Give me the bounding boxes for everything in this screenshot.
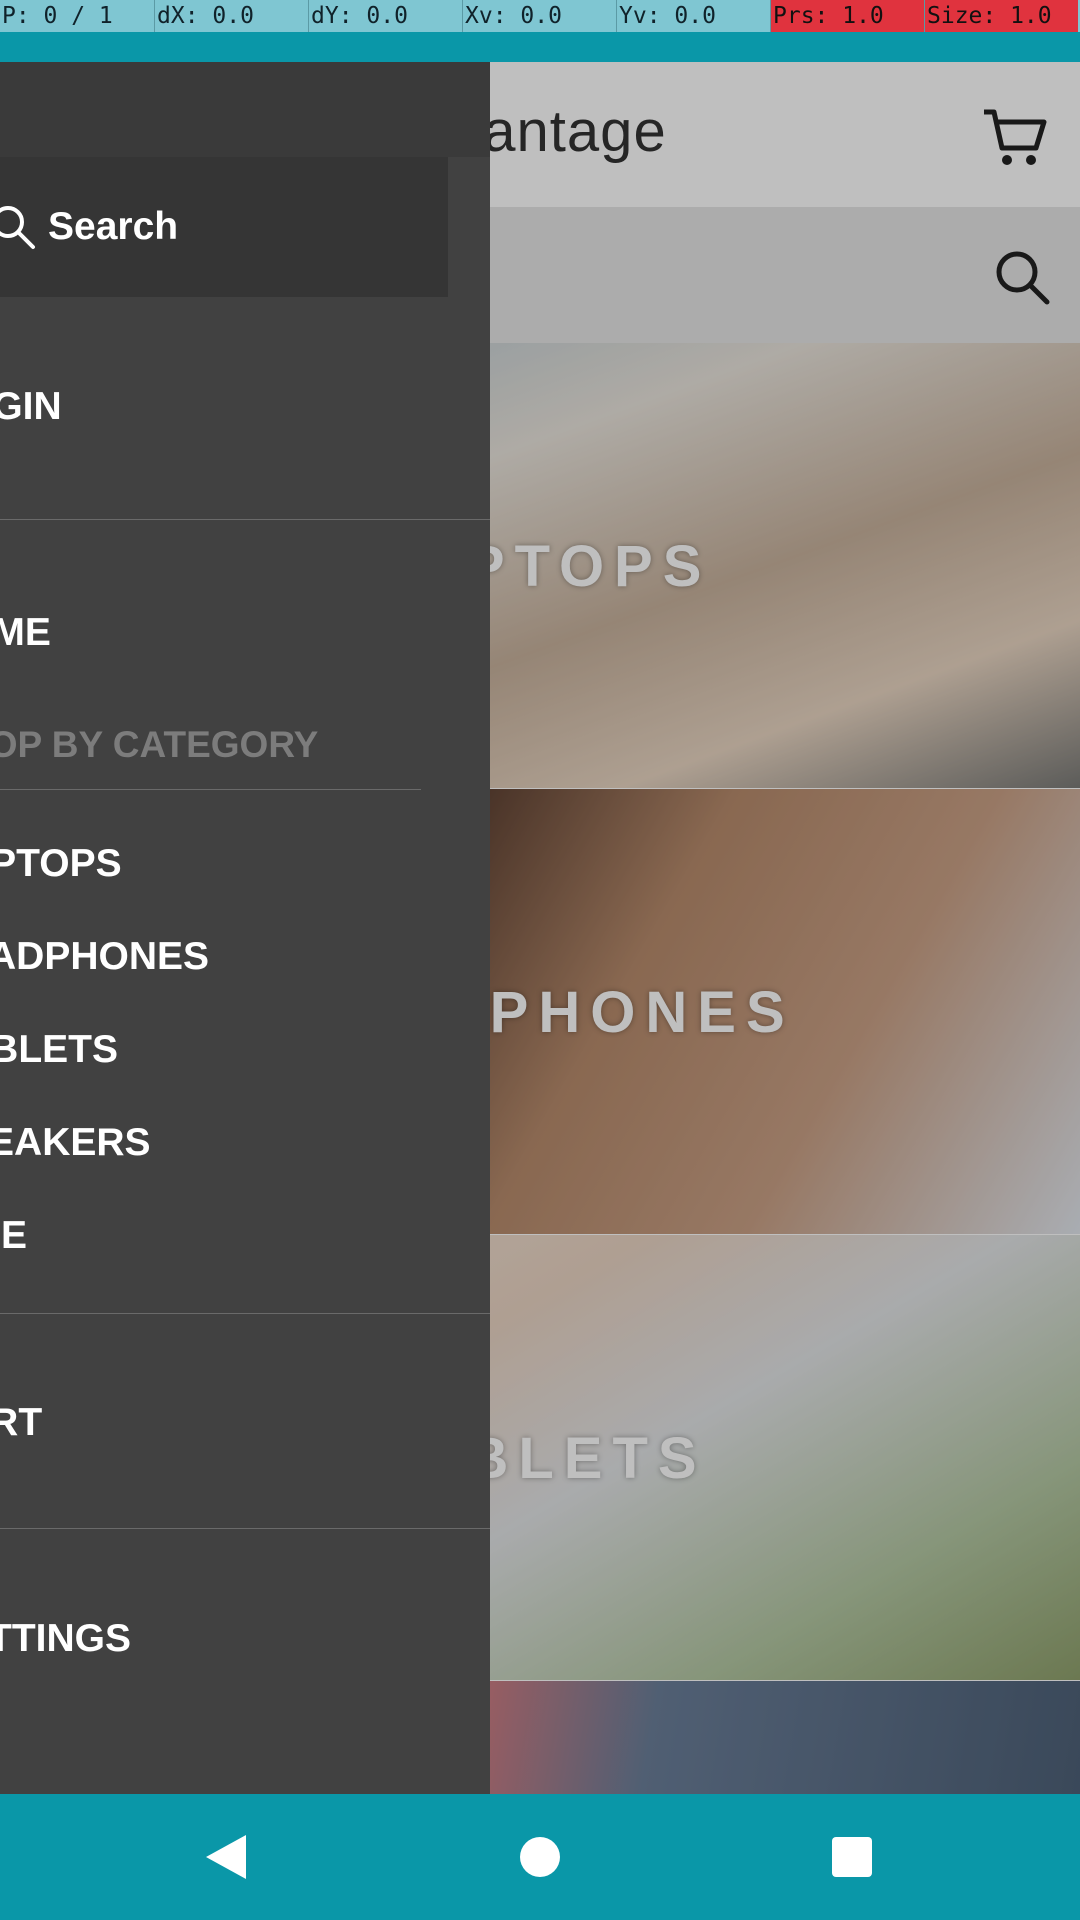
drawer-divider <box>0 1528 490 1529</box>
navigation-drawer: Search OGIN OME HOP BY CATEGORY APTOPS E… <box>0 62 490 1794</box>
debug-dy: dY: 0.0 <box>308 0 462 32</box>
debug-yv: Yv: 0.0 <box>616 0 770 32</box>
drawer-item-laptops[interactable]: APTOPS <box>0 842 122 886</box>
debug-pressure: Prs: 1.0 <box>770 0 924 32</box>
drawer-item-home[interactable]: OME <box>0 611 51 655</box>
drawer-item-cart[interactable]: ART <box>0 1401 42 1445</box>
drawer-section-shop-by-category: HOP BY CATEGORY <box>0 724 319 765</box>
debug-size: Size: 1.0 <box>924 0 1078 32</box>
drawer-divider <box>0 519 490 520</box>
drawer-item-mice[interactable]: ICE <box>0 1214 27 1258</box>
drawer-item-login[interactable]: OGIN <box>0 385 62 429</box>
debug-xv: Xv: 0.0 <box>462 0 616 32</box>
drawer-divider <box>0 1313 490 1314</box>
drawer-item-headphones[interactable]: EADPHONES <box>0 935 209 979</box>
drawer-divider <box>0 789 421 790</box>
debug-pointer: P: 0 / 1 <box>2 3 113 29</box>
drawer-search-field[interactable]: Search <box>0 157 448 297</box>
drawer-search-label: Search <box>48 205 179 248</box>
system-nav-bar <box>0 1794 1080 1920</box>
home-icon[interactable] <box>512 1829 568 1885</box>
drawer-header <box>0 62 490 157</box>
pointer-debug-bar: P: 0 / 1 dX: 0.0 dY: 0.0 Xv: 0.0 Yv: 0.0… <box>0 0 1080 32</box>
search-icon <box>0 206 35 249</box>
drawer-item-speakers[interactable]: PEAKERS <box>0 1121 151 1165</box>
status-bar <box>0 32 1080 62</box>
drawer-item-settings[interactable]: ETTINGS <box>0 1617 131 1661</box>
drawer-item-tablets[interactable]: ABLETS <box>0 1028 118 1072</box>
back-icon[interactable] <box>198 1829 254 1885</box>
recents-icon[interactable] <box>824 1829 880 1885</box>
debug-dx: dX: 0.0 <box>154 0 308 32</box>
